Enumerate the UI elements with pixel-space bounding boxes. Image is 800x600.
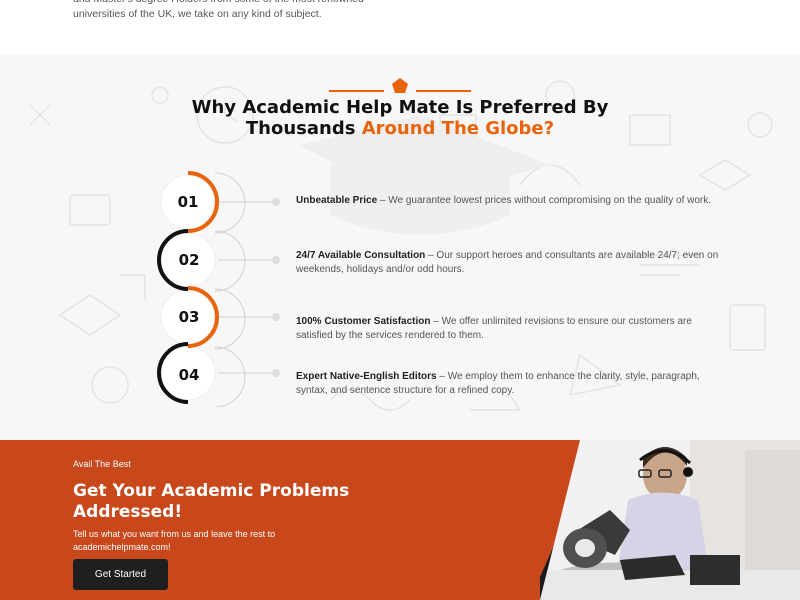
cta-description: Tell us what you want from us and leave … bbox=[73, 529, 276, 552]
cta-banner: Avail The Best Get Your Academic Problem… bbox=[0, 440, 800, 600]
intro-text: and Master's degree Holders from some of… bbox=[73, 0, 364, 20]
why-section: Why Academic Help Mate Is Preferred By T… bbox=[0, 55, 800, 440]
section-divider bbox=[329, 77, 471, 97]
step-number-01: 01 bbox=[177, 193, 199, 211]
pentagon-icon bbox=[392, 78, 408, 93]
cta-eyebrow: Avail The Best bbox=[73, 459, 131, 469]
feature-item: Unbeatable Price – We guarantee lowest p… bbox=[296, 194, 731, 208]
step-number-02: 02 bbox=[178, 251, 200, 269]
feature-title: 100% Customer Satisfaction bbox=[296, 316, 431, 327]
heading-line-2-start: Thousands bbox=[245, 118, 356, 139]
feature-item: 100% Customer Satisfaction – We offer un… bbox=[296, 315, 731, 343]
section-heading: Why Academic Help Mate Is Preferred By T… bbox=[0, 97, 800, 139]
feature-item: Expert Native-English Editors – We emplo… bbox=[296, 370, 731, 398]
divider-line-left bbox=[329, 90, 384, 92]
feature-title: Unbeatable Price bbox=[296, 195, 378, 206]
support-agent-photo bbox=[540, 440, 800, 600]
step-number-03: 03 bbox=[178, 308, 200, 326]
numbered-steps: 01 02 03 04 bbox=[150, 167, 300, 408]
feature-title: Expert Native-English Editors bbox=[296, 371, 437, 382]
get-started-button[interactable]: Get Started bbox=[73, 559, 168, 590]
feature-text: – We guarantee lowest prices without com… bbox=[377, 195, 712, 206]
heading-accent: Around The Globe? bbox=[361, 118, 555, 139]
cta-title: Get Your Academic Problems Addressed! bbox=[73, 481, 350, 522]
heading-line-1: Why Academic Help Mate Is Preferred By bbox=[191, 97, 609, 118]
step-number-04: 04 bbox=[178, 366, 200, 384]
feature-item: 24/7 Available Consultation – Our suppor… bbox=[296, 249, 731, 277]
feature-title: 24/7 Available Consultation bbox=[296, 250, 426, 261]
divider-line-right bbox=[416, 90, 471, 92]
